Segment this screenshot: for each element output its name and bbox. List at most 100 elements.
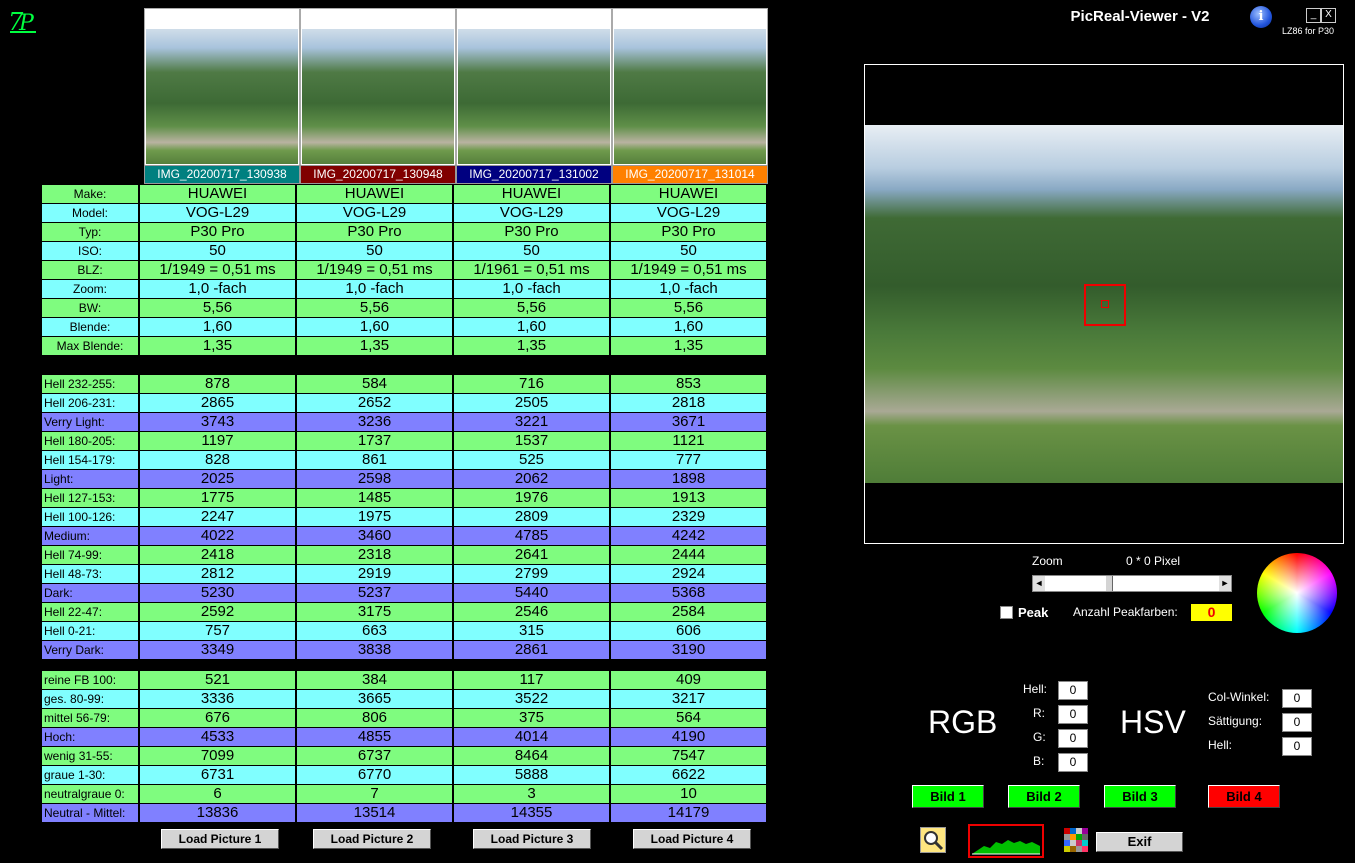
rgb-g-value: 0	[1058, 729, 1088, 748]
cell-picture-2: 1975	[297, 508, 452, 526]
table-row: Hell 232-255: 878 584 716 853	[42, 375, 766, 393]
cell-picture-4: 7547	[611, 747, 766, 765]
cell-picture-2: 5,56	[297, 299, 452, 317]
hsv-saettigung-value: 0	[1282, 713, 1312, 732]
cell-picture-1: 878	[140, 375, 295, 393]
app-title: PicReal-Viewer - V2	[1070, 8, 1210, 25]
table-row: wenig 31-55: 7099 6737 8464 7547	[42, 747, 766, 765]
cell-picture-1: VOG-L29	[140, 204, 295, 222]
row-label-hell-22-47: Hell 22-47:	[42, 603, 138, 621]
cell-picture-1: 676	[140, 709, 295, 727]
cell-picture-4: 1/1949 = 0,51 ms	[611, 261, 766, 279]
cell-picture-4: 5,56	[611, 299, 766, 317]
rgb-r-label: R:	[1033, 706, 1045, 720]
cell-picture-2: 13514	[297, 804, 452, 822]
comparison-table: Make: HUAWEI HUAWEI HUAWEI HUAWEI Model: VOG-L…	[40, 184, 768, 823]
peak-count-value: 0	[1191, 604, 1232, 621]
close-button[interactable]: X	[1321, 8, 1336, 23]
table-row: Medium: 4022 3460 4785 4242	[42, 527, 766, 545]
cell-picture-3: 2062	[454, 470, 609, 488]
table-row: BW: 5,56 5,56 5,56 5,56	[42, 299, 766, 317]
cell-picture-1: 2592	[140, 603, 295, 621]
cell-picture-1: 4533	[140, 728, 295, 746]
table-row: Verry Dark: 3349 3838 2861 3190	[42, 641, 766, 659]
row-label-neutral-mittel: Neutral - Mittel:	[42, 804, 138, 822]
bild-1-button[interactable]: Bild 1	[912, 785, 984, 808]
minimize-button[interactable]: _	[1306, 8, 1321, 23]
cell-picture-3: 1976	[454, 489, 609, 507]
cell-picture-4: VOG-L29	[611, 204, 766, 222]
load-picture-3-button[interactable]: Load Picture 3	[473, 829, 591, 849]
cell-picture-1: P30 Pro	[140, 223, 295, 241]
zoom-slider[interactable]: ◄ ►	[1032, 575, 1232, 592]
cell-picture-1: 6731	[140, 766, 295, 784]
hsv-hell-label: Hell:	[1208, 738, 1233, 752]
cell-picture-4: 606	[611, 622, 766, 640]
table-row: BLZ: 1/1949 = 0,51 ms 1/1949 = 0,51 ms 1/19…	[42, 261, 766, 279]
cell-picture-1: 521	[140, 671, 295, 689]
cell-picture-2: 384	[297, 671, 452, 689]
load-picture-1-button[interactable]: Load Picture 1	[161, 829, 279, 849]
thumbnail-picture-4[interactable]	[612, 8, 768, 166]
load-picture-4-button[interactable]: Load Picture 4	[633, 829, 751, 849]
info-icon[interactable]: i	[1250, 6, 1272, 28]
bild-4-button[interactable]: Bild 4	[1208, 785, 1280, 808]
cell-picture-4: 777	[611, 451, 766, 469]
table-row: Verry Light: 3743 3236 3221 3671	[42, 413, 766, 431]
hsv-hell-value: 0	[1282, 737, 1312, 756]
row-label-hell-100-126: Hell 100-126:	[42, 508, 138, 526]
table-row: Hell 180-205: 1197 1737 1537 1121	[42, 432, 766, 450]
thumbnail-picture-1[interactable]	[144, 8, 300, 166]
slider-right-arrow-icon[interactable]: ►	[1219, 576, 1231, 591]
color-wheel	[1257, 553, 1337, 633]
table-row: Blende: 1,60 1,60 1,60 1,60	[42, 318, 766, 336]
table-row: Hoch: 4533 4855 4014 4190	[42, 728, 766, 746]
cell-picture-3: 5888	[454, 766, 609, 784]
cell-picture-4: 1,60	[611, 318, 766, 336]
cell-picture-3: 1,0 -fach	[454, 280, 609, 298]
table-row: Dark: 5230 5237 5440 5368	[42, 584, 766, 602]
filename-picture-2: IMG_20200717_130948	[300, 165, 456, 184]
histogram-icon[interactable]	[968, 824, 1044, 858]
cell-picture-1: 1197	[140, 432, 295, 450]
cell-picture-1: 2025	[140, 470, 295, 488]
row-label-model: Model:	[42, 204, 138, 222]
filename-picture-1: IMG_20200717_130938	[144, 165, 300, 184]
cell-picture-1: 1,35	[140, 337, 295, 355]
row-label-hoch: Hoch:	[42, 728, 138, 746]
cell-picture-4: 2818	[611, 394, 766, 412]
table-row: Hell 127-153: 1775 1485 1976 1913	[42, 489, 766, 507]
cell-picture-4: 853	[611, 375, 766, 393]
cell-picture-1: 2418	[140, 546, 295, 564]
load-picture-2-button[interactable]: Load Picture 2	[313, 829, 431, 849]
cell-picture-4: 1898	[611, 470, 766, 488]
row-label-typ: Typ:	[42, 223, 138, 241]
hsv-title: HSV	[1120, 704, 1186, 740]
row-label-blz: BLZ:	[42, 261, 138, 279]
search-icon[interactable]	[920, 827, 946, 853]
rgb-hell-label: Hell:	[1023, 682, 1048, 696]
thumbnail-picture-2[interactable]	[300, 8, 456, 166]
cell-picture-4: 2444	[611, 546, 766, 564]
cell-picture-4: 3190	[611, 641, 766, 659]
cell-picture-3: 2546	[454, 603, 609, 621]
row-label-medium: Medium:	[42, 527, 138, 545]
peak-checkbox[interactable]	[1000, 606, 1013, 619]
cell-picture-3: 2799	[454, 565, 609, 583]
cell-picture-3: 5440	[454, 584, 609, 602]
thumbnail-picture-3[interactable]	[456, 8, 612, 166]
cell-picture-4: 2329	[611, 508, 766, 526]
exif-button[interactable]: Exif	[1096, 832, 1183, 852]
bild-2-button[interactable]: Bild 2	[1008, 785, 1080, 808]
row-label-zoom: Zoom:	[42, 280, 138, 298]
cell-picture-4: 3671	[611, 413, 766, 431]
cell-picture-1: 3743	[140, 413, 295, 431]
hsv-winkel-label: Col-Winkel:	[1208, 690, 1270, 704]
palette-icon[interactable]	[1064, 828, 1088, 852]
row-label-graue-1-30: graue 1-30:	[42, 766, 138, 784]
slider-left-arrow-icon[interactable]: ◄	[1033, 576, 1045, 591]
cell-picture-3: HUAWEI	[454, 185, 609, 203]
cell-picture-2: 3838	[297, 641, 452, 659]
slider-thumb[interactable]	[1105, 576, 1113, 591]
bild-3-button[interactable]: Bild 3	[1104, 785, 1176, 808]
